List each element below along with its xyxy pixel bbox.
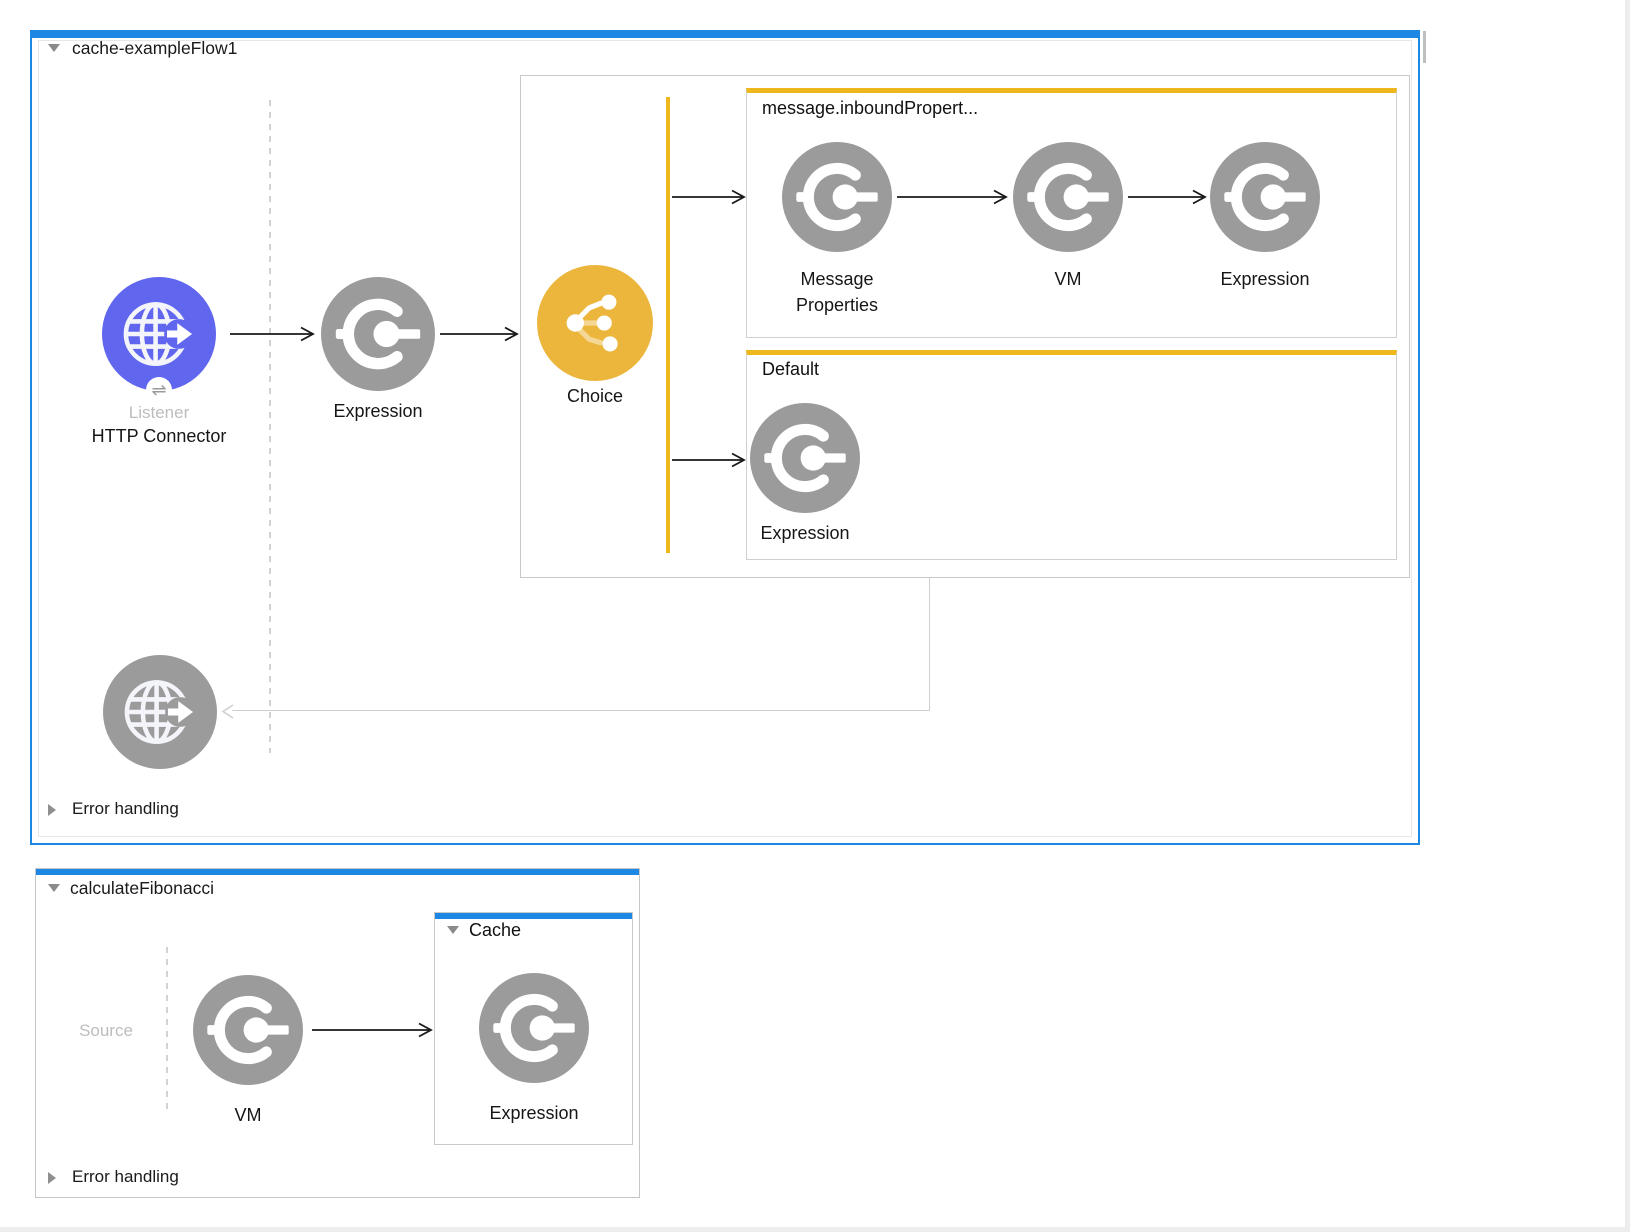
- vm-label: VM: [178, 1102, 318, 1128]
- flow2-title: calculateFibonacci: [70, 878, 214, 899]
- flow-arrow: [1128, 189, 1206, 205]
- choice-label: Choice: [525, 383, 665, 409]
- expression-component-icon: [1210, 142, 1320, 252]
- source-separator-line: [269, 100, 271, 753]
- http-response-node[interactable]: [103, 655, 217, 769]
- source-separator-line: [166, 947, 168, 1112]
- choice-router-icon: [537, 265, 653, 381]
- default-branch-label: Default: [762, 359, 819, 380]
- flow-editor-canvas[interactable]: cache-exampleFlow1 ⇌ Listener HTTP Conne…: [0, 0, 1630, 1232]
- expression-component-icon: [750, 403, 860, 513]
- branch-condition-label: message.inboundPropert...: [762, 98, 978, 119]
- source-placeholder-label: Source: [61, 1018, 151, 1044]
- flow-arrow: [312, 1022, 432, 1038]
- flow-selection-bar: [32, 32, 1418, 38]
- cache-top-bar: [435, 913, 632, 919]
- flow-top-bar: [36, 869, 639, 875]
- flow-arrow: [440, 326, 518, 342]
- expression-label: Expression: [1195, 266, 1335, 292]
- choice-router-bar: [666, 97, 670, 553]
- expression-component-icon: [321, 277, 435, 391]
- right-scrollbar-track[interactable]: [1625, 0, 1630, 1232]
- branch-arrow: [672, 452, 745, 468]
- expression-node[interactable]: [479, 973, 589, 1083]
- expand-triangle-icon[interactable]: [48, 1172, 56, 1184]
- message-properties-label: Message Properties: [777, 266, 897, 318]
- error-handling-label: Error handling: [72, 799, 179, 819]
- expression-component-icon: [1013, 142, 1123, 252]
- expression-component-icon: [782, 142, 892, 252]
- flow1-title: cache-exampleFlow1: [72, 38, 237, 59]
- collapse-triangle-icon[interactable]: [48, 44, 60, 52]
- expression-label: Expression: [464, 1100, 604, 1126]
- scrollbar-thumb[interactable]: [1423, 31, 1426, 63]
- expression-node[interactable]: [1210, 142, 1320, 252]
- return-connection-vertical: [929, 578, 930, 711]
- collapse-triangle-icon[interactable]: [48, 884, 60, 892]
- flow-arrow: [897, 189, 1007, 205]
- bottom-scrollbar-track[interactable]: [0, 1227, 1630, 1232]
- globe-arrow-icon: [103, 655, 217, 769]
- expression-component-icon: [479, 973, 589, 1083]
- http-listener-node[interactable]: [102, 277, 216, 391]
- expression-node[interactable]: [321, 277, 435, 391]
- branch-arrow: [672, 189, 745, 205]
- return-connection-horizontal: [232, 710, 930, 711]
- choice-router-node[interactable]: [537, 265, 653, 381]
- collapse-triangle-icon[interactable]: [447, 926, 459, 934]
- vm-node[interactable]: [1013, 142, 1123, 252]
- globe-arrow-icon: [102, 277, 216, 391]
- flow-arrow: [230, 326, 314, 342]
- expression-label: Expression: [308, 398, 448, 424]
- expression-label: Expression: [735, 520, 875, 546]
- cache-title: Cache: [469, 920, 521, 941]
- return-arrowhead: [220, 703, 236, 720]
- message-properties-node[interactable]: [782, 142, 892, 252]
- http-connector-label: HTTP Connector: [59, 423, 259, 449]
- error-handling-label: Error handling: [72, 1167, 179, 1187]
- expression-component-icon: [193, 975, 303, 1085]
- expression-node[interactable]: [750, 403, 860, 513]
- expand-triangle-icon[interactable]: [48, 804, 56, 816]
- vm-node[interactable]: [193, 975, 303, 1085]
- vm-label: VM: [998, 266, 1138, 292]
